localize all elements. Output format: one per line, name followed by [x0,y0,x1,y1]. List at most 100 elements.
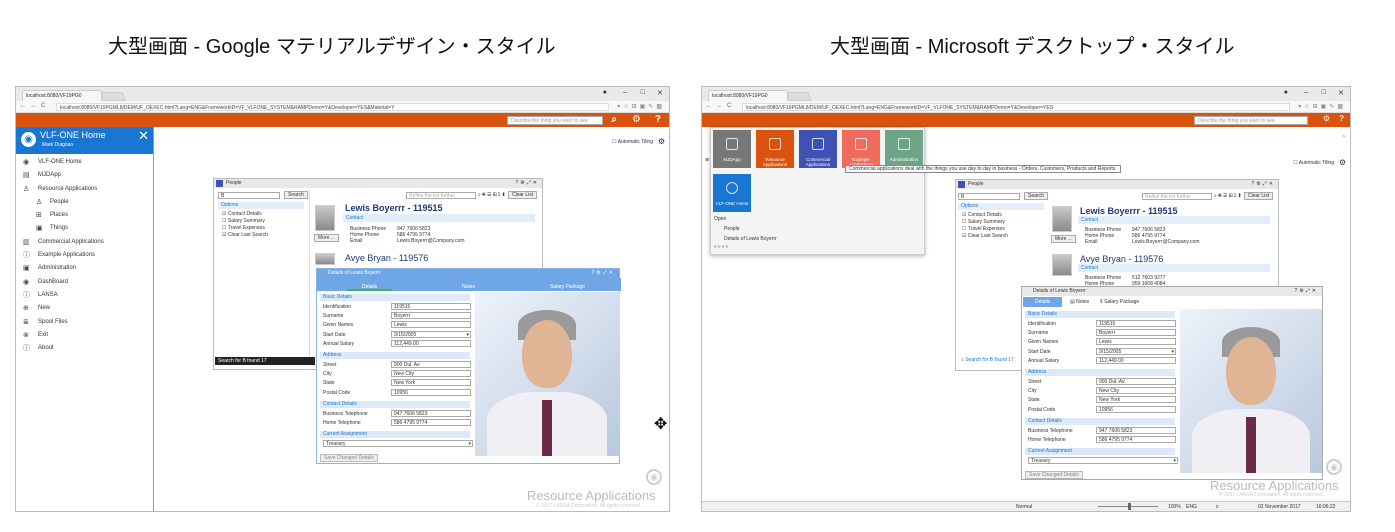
url-field[interactable]: localhost:8080/VF19PGML8/DEM/UF_OEXEC.ht… [56,103,609,111]
dialog-controls-icon[interactable]: ?⚙⤢✕ [592,270,615,276]
tab-salary-package[interactable]: Salary Package [550,284,585,290]
forward-icon[interactable]: → [716,103,722,109]
person-name[interactable]: Avye Bryan - 119576 [345,253,428,263]
sidebar-item[interactable]: ♙ People [16,196,153,209]
field-input[interactable]: 112,449.00 [1096,356,1176,364]
field-input[interactable]: 9/15/2005 ▾ [1096,347,1176,355]
field-input[interactable]: 9/15/2005 ▾ [391,330,471,338]
describe-search-input[interactable]: Describe the thing you want to see [507,116,603,125]
field-input[interactable]: 947 7606 5823 [1096,426,1176,434]
browser-tab[interactable]: localhost:8080/VF19PG0 [708,90,788,101]
close-sidebar-icon[interactable]: ✕ [138,128,149,144]
field-input[interactable]: 586 4795 9774 [1096,436,1176,443]
field-input[interactable]: 112,449.00 [391,339,471,347]
sidebar-item[interactable]: ▣ Things [16,222,153,235]
list-tool-icons[interactable]: ⌕✥☰⊞1⬍ [478,192,507,198]
sidebar-item[interactable]: ▤ MJDApp [16,169,153,182]
option-checkbox[interactable]: ☑ Clear Last Search [962,233,1008,239]
person-name[interactable]: Avye Bryan - 119576 [1080,254,1163,264]
field-input[interactable]: Boyerrr [1096,329,1176,337]
settings-gear-icon[interactable]: ⚙ [658,137,665,146]
help-icon[interactable]: ? [655,114,661,125]
field-input[interactable]: Lewis [391,321,471,329]
field-input[interactable]: 119515 [391,303,471,310]
sidebar-item[interactable]: ◉ DashBoard [16,276,153,289]
sidebar-item[interactable]: ▥ Commercial Applications [16,236,153,249]
field-input[interactable]: 900 Dul. Av. [1096,378,1176,385]
new-tab-button[interactable] [100,92,126,101]
field-input[interactable]: New York [391,379,471,387]
field-input[interactable]: 947 7606 5823 [391,409,471,417]
tab-notes[interactable]: Notes [462,284,475,290]
close-window-icon[interactable]: ✕ [657,89,663,97]
clear-list-button[interactable]: Clear List [1244,192,1274,200]
back-icon[interactable]: ← [706,103,712,109]
sidebar-item[interactable]: ⓘ LANSA [16,289,153,302]
dialog-controls-icon[interactable]: ?⚙⤢✕ [1295,288,1318,294]
field-input[interactable]: 10956 [1096,405,1176,413]
describe-search-input[interactable]: Describe the thing you want to see [1194,116,1308,125]
maximize-icon[interactable]: □ [1322,89,1326,96]
app-tile[interactable]: Resource Applications [756,130,794,168]
automatic-tiling-checkbox[interactable]: ☐ Automatic Tiling [612,139,653,145]
automatic-tiling-checkbox[interactable]: ☐ Automatic Tiling [1293,160,1334,166]
close-window-icon[interactable]: ✕ [1338,89,1344,97]
field-input[interactable]: New City [1096,387,1176,395]
sidebar-item[interactable]: ♙ Resource Applications [16,183,153,196]
search-button[interactable]: Search [284,191,308,199]
app-tile[interactable]: Commercial Applications [799,130,837,168]
menu-item-details[interactable]: Details of Lewis Boyerrr [724,236,777,242]
search-icon[interactable]: ⌕ [611,114,617,125]
panel-controls-icon[interactable]: ?⚙⤢✕ [516,180,539,186]
clear-list-button[interactable]: Clear List [508,191,538,199]
field-input[interactable]: New York [1096,396,1176,404]
minimize-icon[interactable]: – [1304,89,1308,96]
field-input[interactable]: Boyerrr [391,312,471,320]
save-changed-details-button[interactable]: Save Changed Details [320,454,378,463]
search-button[interactable]: Search [1024,192,1048,200]
option-checkbox[interactable]: ☑ Clear Last Search [222,232,268,238]
field-input[interactable]: 900 Dul. Av. [391,361,471,368]
forward-icon[interactable]: → [30,103,36,109]
sidebar-item[interactable]: ⊕ New [16,302,153,315]
sidebar-item[interactable]: ≣ Spool Files [16,316,153,329]
search-input[interactable]: B [958,193,1020,200]
sidebar-item[interactable]: ⓘ About [16,342,153,355]
profile-icon[interactable]: ● [603,89,607,96]
help-icon[interactable]: ? [1339,114,1344,123]
person-name[interactable]: Lewis Boyerrr - 119515 [1080,206,1178,216]
option-checkbox[interactable]: ☐ Salary Summary [222,218,265,224]
option-checkbox[interactable]: ☑ Contact Details [962,212,1002,218]
search-input[interactable]: B [218,192,280,199]
field-input[interactable]: New City [391,370,471,378]
option-checkbox[interactable]: ☐ Salary Summary [962,219,1005,225]
menu-nav-icons[interactable]: «»«» [714,244,729,250]
field-input[interactable]: Lewis [1096,338,1176,346]
refine-input[interactable]: Refine the list further [406,192,476,199]
option-checkbox[interactable]: ☐ Travel Expenses [962,226,1005,232]
option-checkbox[interactable]: ☐ Travel Expenses [222,225,265,231]
gear-icon[interactable]: ⚙ [632,114,641,125]
panel-controls-icon[interactable]: ?⚙⤢✕ [1252,181,1275,187]
new-tab-button[interactable] [786,92,812,101]
sidebar-item[interactable]: ⊗ Exit [16,329,153,342]
list-tool-icons[interactable]: ⌕✥☰⊞1⬍ [1214,193,1243,199]
sidebar-item[interactable]: ⊞ Places [16,209,153,222]
back-icon[interactable]: ← [20,103,26,109]
tab-notes[interactable]: ▤ Notes [1070,299,1089,305]
assignment-select[interactable]: Treasury ▾ [323,440,473,448]
sidebar-item[interactable]: ⓘ Example Applications [16,249,153,262]
menu-icon[interactable]: ≡ [705,157,709,164]
app-tile[interactable]: Example Applications [842,130,880,168]
field-input[interactable]: 586 4795 9774 [391,419,471,426]
tile-vlf-one-home[interactable]: VLF-ONE Home [713,174,751,212]
extension-icons[interactable]: ▾☆⊞▣✎▩ [617,103,665,110]
minimize-icon[interactable]: – [623,89,627,96]
reload-icon[interactable]: C [41,103,45,109]
tab-salary-package[interactable]: ¢ Salary Package [1100,299,1139,305]
maximize-icon[interactable]: □ [641,89,645,96]
field-input[interactable]: 119515 [1096,320,1176,327]
collapse-chevron-icon[interactable]: ⌃ [1342,135,1346,141]
reload-icon[interactable]: C [727,103,731,109]
profile-icon[interactable]: ● [1284,89,1288,96]
